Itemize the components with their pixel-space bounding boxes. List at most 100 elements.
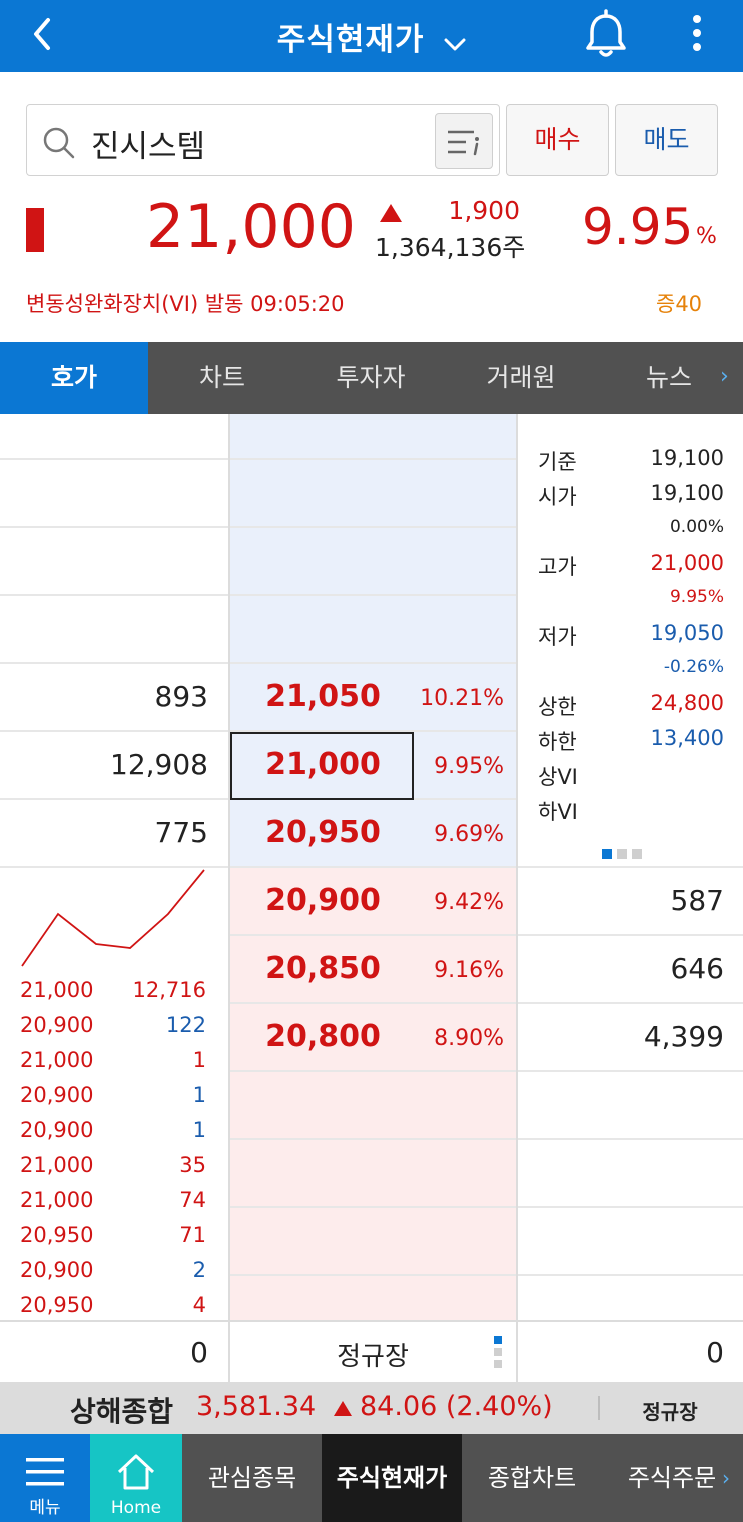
lower-vi-label: 하VI — [538, 800, 578, 824]
upper-limit-value: 24,800 — [650, 691, 724, 715]
home-icon — [117, 1454, 155, 1490]
upper-vi-label: 상VI — [538, 765, 578, 789]
price-summary: 21,000 1,900 1,364,136주 9.95 % 변동성완화장치(V… — [0, 190, 743, 316]
tick-qty: 1 — [192, 1083, 206, 1107]
ask-qty: 775 — [154, 816, 208, 849]
sell-button[interactable]: 매도 — [615, 104, 718, 176]
chevron-right-icon[interactable]: › — [720, 364, 729, 389]
page-indicator — [602, 844, 647, 863]
price-change-value: 1,900 — [448, 196, 520, 225]
low-pct: -0.26% — [663, 657, 724, 677]
stock-name: 진시스템 — [91, 129, 206, 165]
session-label[interactable]: 정규장 — [228, 1336, 518, 1373]
tick-price: 21,000 — [20, 1153, 94, 1177]
ask-pct: 9.69% — [434, 822, 504, 847]
top-app-bar: 주식현재가 — [0, 0, 743, 72]
stock-info-button[interactable] — [435, 113, 493, 169]
row-divider — [0, 594, 518, 596]
nav-chart[interactable]: 종합차트 — [462, 1434, 602, 1522]
tick-qty: 35 — [179, 1153, 206, 1177]
row-divider — [228, 1206, 743, 1208]
orderbook-totals: 0 정규장 0 — [0, 1320, 743, 1382]
row-divider — [0, 662, 518, 664]
nav-order[interactable]: 주식주문 — [602, 1434, 742, 1522]
index-session: 정규장 — [642, 1400, 698, 1424]
column-divider — [516, 414, 518, 1320]
ask-pct: 10.21% — [420, 686, 504, 711]
row-divider — [228, 1138, 743, 1140]
tick-qty: 74 — [179, 1188, 206, 1212]
index-name: 상해종합 — [70, 1395, 174, 1428]
up-triangle-icon — [380, 204, 402, 222]
price-change: 1,900 — [376, 196, 524, 228]
list-info-icon — [448, 130, 479, 156]
chevron-down-icon — [444, 24, 466, 60]
current-price: 21,000 — [146, 192, 356, 262]
ask-total: 0 — [190, 1336, 208, 1369]
tick-qty: 122 — [165, 1013, 206, 1037]
row-divider — [0, 458, 518, 460]
high-price-label: 고가 — [538, 555, 577, 579]
tick-price: 20,900 — [20, 1083, 94, 1107]
tick-qty: 1 — [192, 1048, 206, 1072]
lower-limit-value: 13,400 — [650, 726, 724, 750]
bid-qty: 587 — [670, 884, 724, 917]
tick-price: 20,900 — [20, 1258, 94, 1282]
screen-title-dropdown[interactable]: 주식현재가 — [0, 14, 743, 60]
bid-pct: 8.90% — [434, 1026, 504, 1051]
index-ticker-bar[interactable]: 상해종합 3,581.34 84.06 (2.40%) 정규장 — [0, 1382, 743, 1434]
nav-watchlist[interactable]: 관심종목 — [182, 1434, 322, 1522]
tick-price: 20,900 — [20, 1118, 94, 1142]
nav-current-price[interactable]: 주식현재가 — [322, 1434, 462, 1522]
tab-broker[interactable]: 거래원 — [446, 342, 596, 414]
margin-rate-badge: 증40 — [656, 292, 703, 316]
bid-price[interactable]: 20,900 — [228, 883, 418, 918]
ask-qty: 893 — [154, 680, 208, 713]
bid-qty: 4,399 — [643, 1020, 724, 1053]
upper-limit-marker — [26, 208, 44, 252]
buy-button[interactable]: 매수 — [506, 104, 609, 176]
index-change: 84.06 (2.40%) — [360, 1391, 553, 1422]
home-button[interactable]: Home — [90, 1434, 182, 1522]
column-divider — [228, 1322, 230, 1382]
bid-price[interactable]: 20,800 — [228, 1019, 418, 1054]
tick-qty: 1 — [192, 1118, 206, 1142]
tick-price: 21,000 — [20, 1188, 94, 1212]
vi-notice: 변동성완화장치(VI) 발동 09:05:20 — [26, 292, 345, 316]
base-price-label: 기준 — [538, 450, 577, 474]
detail-tabs: 호가 차트 투자자 거래원 뉴스 › — [0, 342, 743, 414]
tick-qty: 2 — [192, 1258, 206, 1282]
stock-search-field[interactable]: 진시스템 — [26, 104, 500, 176]
low-price-value: 19,050 — [650, 621, 724, 645]
tab-investor[interactable]: 투자자 — [296, 342, 446, 414]
home-label: Home — [110, 1498, 162, 1518]
column-divider — [516, 1322, 518, 1382]
menu-label: 메뉴 — [29, 1498, 61, 1518]
open-price-value: 19,100 — [650, 481, 724, 505]
ask-price[interactable]: 21,050 — [228, 679, 418, 714]
order-book: 893 21,050 10.21% 12,908 21,000 9.95% 77… — [0, 414, 743, 1320]
current-price-highlight — [230, 732, 414, 800]
base-price-value: 19,100 — [650, 446, 724, 470]
tick-price: 20,900 — [20, 1013, 94, 1037]
menu-button[interactable]: 메뉴 — [0, 1434, 90, 1522]
upper-limit-label: 상한 — [538, 695, 577, 719]
row-divider — [0, 526, 518, 528]
page-indicator-vertical — [494, 1336, 502, 1372]
tab-chart[interactable]: 차트 — [148, 342, 296, 414]
chevron-right-icon[interactable]: › — [722, 1466, 730, 1490]
bid-price[interactable]: 20,850 — [228, 951, 418, 986]
bid-pct: 9.42% — [434, 890, 504, 915]
up-triangle-icon — [334, 1401, 352, 1416]
mini-price-chart — [21, 869, 205, 967]
ask-price[interactable]: 20,950 — [228, 815, 418, 850]
low-price-label: 저가 — [538, 625, 577, 649]
tab-orderbook[interactable]: 호가 — [0, 342, 148, 414]
bottom-navigation: 메뉴 Home 관심종목 주식현재가 종합차트 주식주문 › — [0, 1434, 743, 1522]
row-divider — [228, 1002, 743, 1004]
tick-qty: 71 — [179, 1223, 206, 1247]
ask-pct: 9.95% — [434, 754, 504, 779]
open-price-label: 시가 — [538, 485, 577, 509]
more-vertical-icon[interactable] — [684, 12, 710, 60]
bell-icon[interactable] — [584, 8, 628, 64]
